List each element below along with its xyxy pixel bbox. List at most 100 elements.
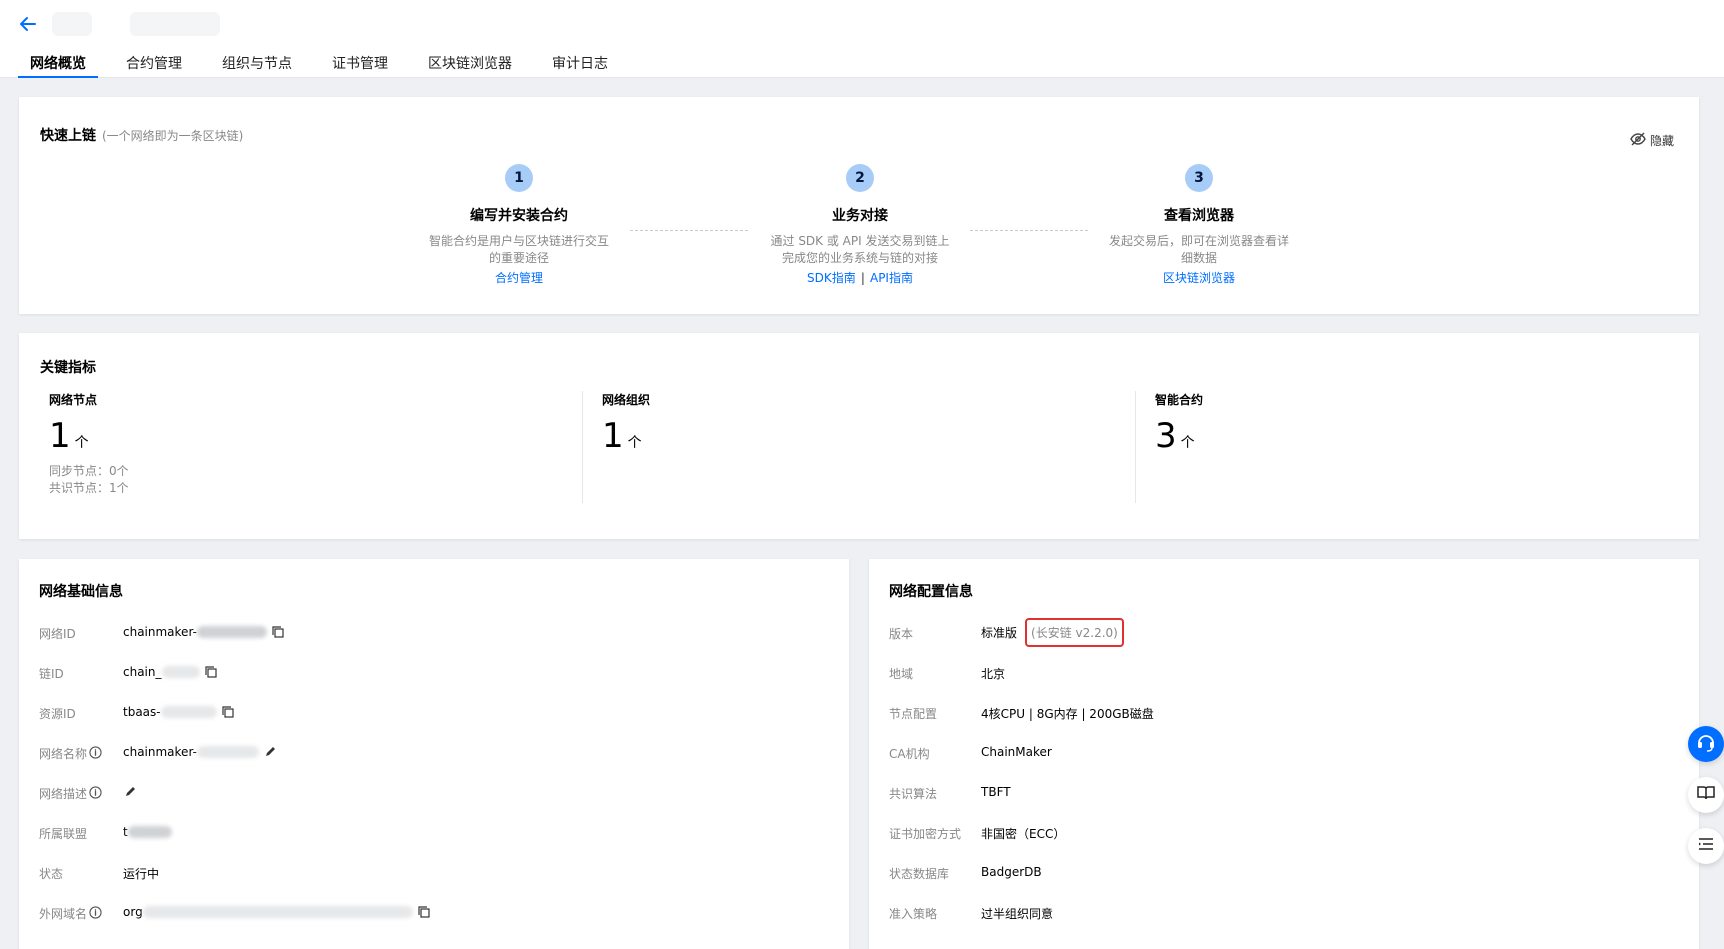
tab-bar: 网络概览 合约管理 组织与节点 证书管理 区块链浏览器 审计日志 — [18, 50, 636, 78]
key-metrics-title: 关键指标 — [40, 360, 96, 376]
step-desc: 通过 SDK 或 API 发送交易到链上完成您的业务系统与链的对接 — [770, 234, 950, 265]
redacted-text — [142, 906, 413, 918]
api-guide-link[interactable]: API指南 — [870, 271, 913, 285]
copy-icon[interactable] — [221, 705, 235, 719]
step-1: 1 编写并安装合约 智能合约是用户与区块链进行交互的重要途径 合约管理 — [419, 164, 619, 287]
headset-icon — [1695, 731, 1717, 757]
blockchain-explorer-link[interactable]: 区块链浏览器 — [1163, 271, 1235, 285]
redacted-text — [196, 746, 259, 758]
quick-start-subtitle: (一个网络即为一条区块链) — [102, 129, 244, 143]
step-title: 查看浏览器 — [1164, 208, 1234, 224]
step-number: 3 — [1185, 164, 1213, 192]
eye-off-icon — [1630, 131, 1646, 150]
metric-value: 3个 — [1155, 416, 1195, 456]
network-name-label: 网络名称 — [39, 745, 102, 762]
book-icon — [1696, 783, 1716, 807]
metric-label: 网络节点 — [49, 393, 98, 407]
copy-icon[interactable] — [417, 905, 431, 919]
resource-id-label: 资源ID — [39, 707, 76, 721]
tab-cert-management[interactable]: 证书管理 — [320, 50, 400, 78]
redacted-text — [161, 666, 200, 678]
tab-org-nodes[interactable]: 组织与节点 — [210, 50, 304, 78]
info-icon[interactable] — [89, 785, 102, 802]
hide-button[interactable]: 隐藏 — [1630, 131, 1674, 150]
metric-network-nodes: 网络节点 1个 同步节点：0个 共识节点：1个 — [49, 391, 129, 497]
version-value: 标准版 (长安链 v2.2.0) — [981, 618, 1124, 647]
metric-divider — [1135, 391, 1136, 503]
consensus-label: 共识算法 — [889, 787, 938, 801]
chain-id-value: chain_ — [123, 665, 218, 679]
region-value: 北京 — [981, 667, 1006, 681]
top-bar: 网络概览 合约管理 组织与节点 证书管理 区块链浏览器 审计日志 — [0, 0, 1724, 78]
cert-encryption-value: 非国密（ECC） — [981, 827, 1066, 841]
step-number: 1 — [505, 164, 533, 192]
chain-id-label: 链ID — [39, 667, 64, 681]
ca-value: ChainMaker — [981, 745, 1052, 759]
network-id-label: 网络ID — [39, 627, 76, 641]
network-basic-info-card: 网络基础信息 网络ID chainmaker- 链ID chain_ 资源ID … — [19, 559, 849, 949]
copy-icon[interactable] — [204, 665, 218, 679]
step-desc: 发起交易后，即可在浏览器查看详细数据 — [1108, 234, 1289, 265]
redacted-text — [127, 826, 172, 838]
basic-info-title: 网络基础信息 — [39, 584, 123, 600]
menu-list-button[interactable] — [1688, 828, 1724, 864]
back-arrow-icon[interactable] — [16, 12, 40, 36]
admission-policy-value: 过半组织同意 — [981, 907, 1054, 921]
tab-audit-log[interactable]: 审计日志 — [540, 50, 620, 78]
redacted-text — [196, 626, 267, 638]
tab-contract-management[interactable]: 合约管理 — [114, 50, 194, 78]
step-2: 2 业务对接 通过 SDK 或 API 发送交易到链上完成您的业务系统与链的对接… — [760, 164, 960, 287]
step-number: 2 — [846, 164, 874, 192]
public-domain-value: org — [123, 905, 431, 919]
ca-label: CA机构 — [889, 747, 930, 761]
alliance-value: t — [123, 825, 172, 839]
resource-id-value: tbaas- — [123, 705, 235, 719]
status-label: 状态 — [39, 867, 64, 881]
link-separator: | — [860, 271, 865, 285]
breadcrumb-redacted — [52, 12, 92, 36]
node-config-label: 节点配置 — [889, 707, 938, 721]
quick-start-title: 快速上链 (一个网络即为一条区块链) — [40, 128, 244, 144]
network-desc-value — [123, 785, 137, 799]
metric-unit: 个 — [627, 435, 642, 451]
metric-value: 1个 — [49, 416, 89, 456]
customer-service-button[interactable] — [1688, 726, 1724, 762]
copy-icon[interactable] — [271, 625, 285, 639]
metric-unit: 个 — [1180, 435, 1195, 451]
network-name-value: chainmaker- — [123, 745, 277, 759]
tab-blockchain-explorer[interactable]: 区块链浏览器 — [416, 50, 524, 78]
info-icon[interactable] — [89, 745, 102, 762]
list-icon — [1696, 834, 1716, 858]
step-3: 3 查看浏览器 发起交易后，即可在浏览器查看详细数据 区块链浏览器 — [1099, 164, 1299, 287]
step-connector — [630, 230, 748, 231]
cert-encryption-label: 证书加密方式 — [889, 827, 962, 841]
network-id-value: chainmaker- — [123, 625, 285, 639]
info-icon[interactable] — [89, 905, 102, 922]
consensus-value: TBFT — [981, 785, 1011, 799]
version-label: 版本 — [889, 627, 914, 641]
network-config-info-card: 网络配置信息 版本 标准版 (长安链 v2.2.0) 地域 北京 节点配置 4核… — [869, 559, 1699, 949]
status-value: 运行中 — [123, 867, 160, 881]
metric-value: 1个 — [602, 416, 642, 456]
metric-label: 网络组织 — [602, 393, 651, 407]
contract-management-link[interactable]: 合约管理 — [495, 271, 543, 285]
network-desc-label: 网络描述 — [39, 785, 102, 802]
metric-unit: 个 — [74, 435, 89, 451]
metric-label: 智能合约 — [1155, 393, 1204, 407]
tab-network-overview[interactable]: 网络概览 — [18, 50, 98, 78]
edit-pencil-icon[interactable] — [123, 785, 137, 799]
step-connector — [970, 230, 1088, 231]
public-domain-label: 外网域名 — [39, 905, 102, 922]
docs-button[interactable] — [1688, 777, 1724, 813]
step-title: 编写并安装合约 — [470, 208, 568, 224]
state-db-label: 状态数据库 — [889, 867, 950, 881]
quick-start-card: 快速上链 (一个网络即为一条区块链) 隐藏 1 编写并安装合约 智能合约是用户与区… — [19, 97, 1699, 314]
region-label: 地域 — [889, 667, 914, 681]
redacted-text — [160, 706, 217, 718]
consensus-nodes-count: 共识节点：1个 — [49, 481, 129, 495]
edit-pencil-icon[interactable] — [263, 745, 277, 759]
sdk-guide-link[interactable]: SDK指南 — [807, 271, 856, 285]
chain-version-highlight: (长安链 v2.2.0) — [1025, 618, 1124, 647]
state-db-value: BadgerDB — [981, 865, 1042, 879]
step-title: 业务对接 — [832, 208, 888, 224]
